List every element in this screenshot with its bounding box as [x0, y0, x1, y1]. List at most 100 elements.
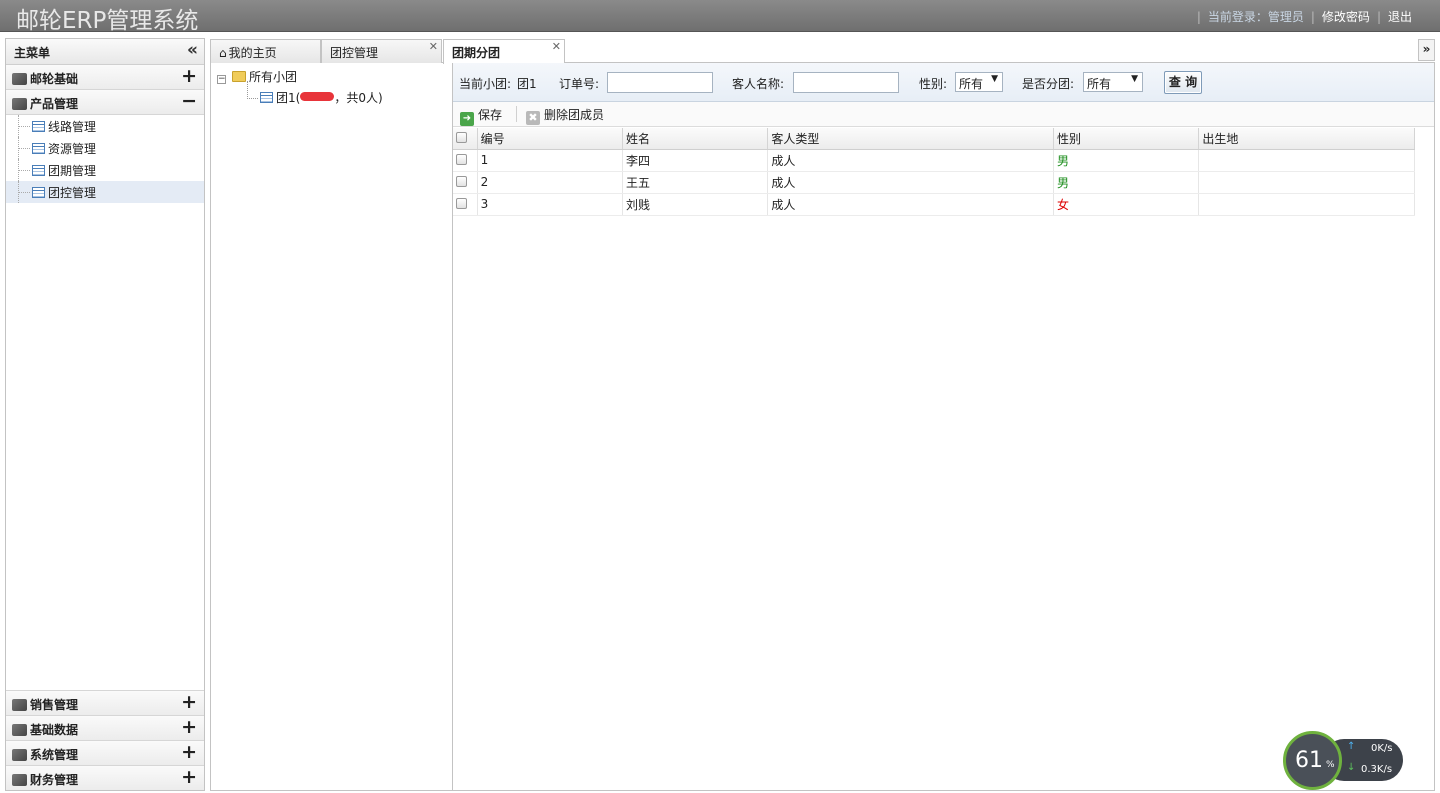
tab-label: 团期分团 — [452, 46, 501, 60]
cell-type: 成人 — [767, 149, 1055, 172]
tab-home[interactable]: ⌂ 我的主页 — [210, 39, 321, 63]
current-group-label: 当前小团: — [459, 77, 512, 91]
tab-label: 我的主页 — [228, 46, 277, 60]
save-icon: ➜ — [460, 112, 474, 126]
dropdown-arrow-icon: ▼ — [1131, 74, 1138, 84]
menu-section-basic-data[interactable]: 基础数据 + — [6, 715, 204, 740]
tree-node-group-1[interactable]: 团1(，共0人) — [260, 89, 383, 106]
menu-item-resource[interactable]: 资源管理 — [6, 137, 204, 159]
collapse-minus-icon[interactable]: − — [181, 91, 197, 111]
dropdown-arrow-icon: ▼ — [991, 74, 998, 84]
table-row[interactable]: 2 王五 成人 男 — [453, 171, 1415, 194]
menu-section-product[interactable]: 产品管理 − — [6, 90, 204, 115]
cell-gender: 男 — [1053, 171, 1200, 194]
column-header-name[interactable]: 姓名 — [622, 128, 769, 150]
tab-group-control[interactable]: 团控管理 ✕ — [321, 39, 442, 63]
folder-icon — [12, 724, 27, 736]
cell-birthplace — [1198, 193, 1415, 216]
grouped-select-value: 所有 — [1087, 77, 1112, 91]
menu-section-label: 财务管理 — [30, 773, 79, 787]
expand-plus-icon[interactable]: + — [181, 717, 197, 737]
group-detail-panel: 当前小团: 团1 订单号: 客人名称: 性别: 所有 ▼ 是否分团: 所有 ▼ 查 … — [453, 63, 1434, 790]
tab-label: 团控管理 — [330, 46, 379, 60]
menu-section-sales[interactable]: 销售管理 + — [6, 690, 204, 715]
chevron-double-down-icon[interactable]: » — [1418, 39, 1435, 61]
usage-percent: 61 — [1295, 748, 1323, 773]
tab-group-split[interactable]: 团期分团 ✕ — [443, 39, 565, 64]
expand-plus-icon[interactable]: + — [181, 66, 197, 86]
close-icon[interactable]: ✕ — [429, 40, 438, 53]
download-speed: 0.3K/s — [1361, 764, 1393, 775]
row-checkbox-cell[interactable] — [453, 193, 478, 216]
tree-node-label: 团1( — [276, 91, 301, 105]
row-checkbox[interactable] — [456, 176, 467, 187]
table-row[interactable]: 3 刘贱 成人 女 — [453, 193, 1415, 216]
menu-item-route[interactable]: 线路管理 — [6, 115, 204, 137]
collapse-double-left-icon[interactable]: « — [187, 41, 198, 59]
tree-collapse-icon[interactable]: − — [217, 75, 226, 84]
home-icon: ⌂ — [219, 46, 227, 60]
delete-member-button[interactable]: ✖ 删除团成员 — [526, 106, 604, 125]
tree-root-node[interactable]: − 所有小团 — [217, 68, 297, 85]
separator: | — [1310, 10, 1315, 24]
guest-name-input[interactable] — [793, 72, 899, 93]
separator: | — [1196, 10, 1201, 24]
grid-icon — [32, 143, 45, 154]
row-checkbox[interactable] — [456, 154, 467, 165]
grid-icon — [32, 165, 45, 176]
row-checkbox-cell[interactable] — [453, 149, 478, 172]
row-checkbox[interactable] — [456, 198, 467, 209]
network-speed-widget[interactable]: 61 % ↑ 0K/s ↓ 0.3K/s — [1283, 731, 1403, 791]
tree-connector — [247, 98, 258, 99]
menu-item-label: 团控管理 — [48, 186, 97, 200]
delete-user-icon: ✖ — [526, 111, 540, 125]
menu-item-group-control[interactable]: 团控管理 — [6, 181, 204, 203]
save-button[interactable]: ➜ 保存 — [460, 106, 502, 126]
menu-section-system[interactable]: 系统管理 + — [6, 740, 204, 765]
table-row[interactable]: 1 李四 成人 男 — [453, 149, 1415, 172]
expand-plus-icon[interactable]: + — [181, 767, 197, 787]
folder-icon — [232, 71, 246, 82]
change-password-link[interactable]: 修改密码 — [1322, 10, 1370, 24]
order-no-input[interactable] — [607, 72, 713, 93]
cell-type: 成人 — [767, 171, 1055, 194]
cell-type: 成人 — [767, 193, 1055, 216]
user-links: | 当前登录：管理员 | 修改密码 | 退出 — [1190, 8, 1412, 25]
folder-icon — [12, 749, 27, 761]
column-header-type[interactable]: 客人类型 — [767, 128, 1055, 150]
menu-section-label: 邮轮基础 — [30, 72, 79, 86]
cell-birthplace — [1198, 171, 1415, 194]
row-checkbox-cell[interactable] — [453, 171, 478, 194]
query-button[interactable]: 查 询 — [1164, 71, 1202, 94]
cell-gender: 男 — [1053, 149, 1200, 172]
cell-id: 3 — [477, 193, 623, 216]
menu-section-label: 销售管理 — [30, 698, 79, 712]
app-title: 邮轮ERP管理系统 — [16, 8, 199, 34]
logout-link[interactable]: 退出 — [1388, 10, 1412, 24]
cell-id: 2 — [477, 171, 623, 194]
folder-icon — [12, 98, 27, 110]
menu-item-tour-date[interactable]: 团期管理 — [6, 159, 204, 181]
cell-gender: 女 — [1053, 193, 1200, 216]
grouped-label: 是否分团: — [1022, 77, 1075, 91]
group-tree: − 所有小团 团1(，共0人) — [211, 63, 453, 790]
main-menu-header: 主菜单 « — [6, 39, 204, 65]
close-icon[interactable]: ✕ — [552, 40, 561, 53]
table-header-row: 编号 姓名 客人类型 性别 出生地 — [453, 128, 1415, 150]
column-header-gender[interactable]: 性别 — [1053, 128, 1200, 150]
expand-plus-icon[interactable]: + — [181, 692, 197, 712]
expand-plus-icon[interactable]: + — [181, 742, 197, 762]
grouped-select[interactable]: 所有 ▼ — [1083, 72, 1143, 92]
select-all-checkbox-cell[interactable] — [453, 128, 478, 150]
grid-icon — [32, 187, 45, 198]
delete-member-label: 删除团成员 — [544, 108, 605, 122]
menu-section-finance[interactable]: 财务管理 + — [6, 765, 204, 790]
column-header-birthplace[interactable]: 出生地 — [1198, 128, 1415, 150]
menu-section-cruise-basic[interactable]: 邮轮基础 + — [6, 65, 204, 90]
gender-select[interactable]: 所有 ▼ — [955, 72, 1003, 92]
column-header-id[interactable]: 编号 — [477, 128, 623, 150]
select-all-checkbox[interactable] — [456, 132, 467, 144]
menu-item-label: 资源管理 — [48, 142, 97, 156]
menu-section-label: 系统管理 — [30, 748, 79, 762]
search-bar: 当前小团: 团1 订单号: 客人名称: 性别: 所有 ▼ 是否分团: 所有 ▼ 查 … — [453, 63, 1434, 102]
